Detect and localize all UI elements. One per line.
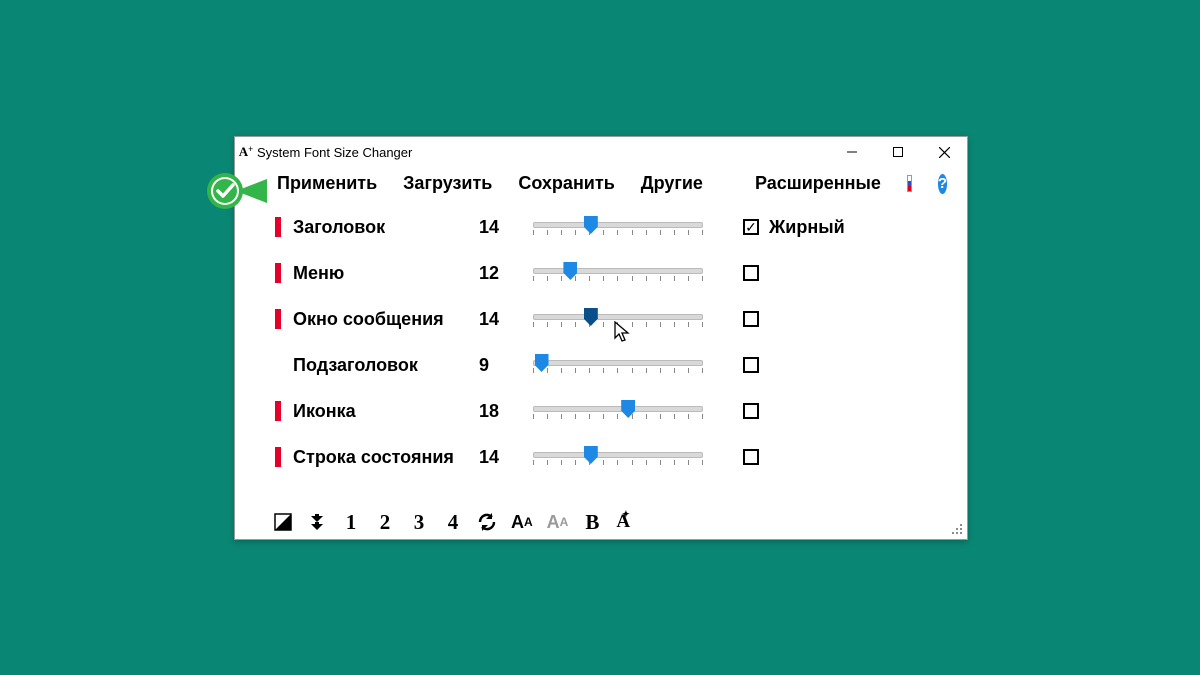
help-icon[interactable]: ? <box>938 174 947 194</box>
modified-indicator-icon <box>275 447 281 467</box>
window-title: System Font Size Changer <box>257 145 420 160</box>
minimize-button[interactable] <box>829 137 875 167</box>
setting-label: Окно сообщения <box>293 309 479 330</box>
setting-value: 14 <box>479 217 533 238</box>
setting-value: 9 <box>479 355 533 376</box>
font-settings-list: Заголовок14✓ЖирныйМеню12Окно сообщения14… <box>235 204 967 480</box>
decrease-all-icon[interactable]: AA <box>547 511 569 533</box>
font-size-slider[interactable] <box>533 400 703 422</box>
setting-row: Меню12 <box>275 250 947 296</box>
increase-all-icon[interactable]: AA <box>511 511 533 533</box>
setting-row: Иконка18 <box>275 388 947 434</box>
titlebar[interactable]: A+ System Font Size Changer <box>235 137 967 167</box>
bold-checkbox-label: Жирный <box>763 217 947 238</box>
setting-value: 18 <box>479 401 533 422</box>
bold-checkbox[interactable] <box>743 311 759 327</box>
menu-save[interactable]: Сохранить <box>518 173 614 194</box>
setting-label: Иконка <box>293 401 479 422</box>
app-icon: A+ <box>235 144 257 160</box>
setting-row: Заголовок14 ✓Жирный <box>275 204 947 250</box>
font-size-slider[interactable] <box>533 308 703 330</box>
setting-row: Окно сообщения14 <box>275 296 947 342</box>
app-window: A+ System Font Size Changer Применить За… <box>234 136 968 540</box>
setting-label: Заголовок <box>293 217 479 238</box>
bold-checkbox[interactable] <box>743 403 759 419</box>
maximize-button[interactable] <box>875 137 921 167</box>
preset-4-button[interactable]: 4 <box>443 511 463 533</box>
bold-checkbox[interactable] <box>743 357 759 373</box>
export-registry-icon[interactable] <box>307 511 327 533</box>
preset-1-button[interactable]: 1 <box>341 511 361 533</box>
language-flag-icon[interactable] <box>907 175 912 192</box>
bold-checkbox[interactable] <box>743 449 759 465</box>
preset-3-button[interactable]: 3 <box>409 511 429 533</box>
bold-checkbox[interactable] <box>743 265 759 281</box>
setting-label: Строка состояния <box>293 447 479 468</box>
bold-all-icon[interactable]: B <box>582 511 602 533</box>
modified-indicator-icon <box>275 217 281 237</box>
menu-other[interactable]: Другие <box>641 173 703 194</box>
preset-2-button[interactable]: 2 <box>375 511 395 533</box>
menubar: Применить Загрузить Сохранить Другие Рас… <box>235 167 967 204</box>
font-size-slider[interactable] <box>533 446 703 468</box>
refresh-icon[interactable] <box>477 511 497 533</box>
setting-value: 14 <box>479 447 533 468</box>
resize-grip-icon[interactable] <box>949 521 963 535</box>
font-size-slider[interactable] <box>533 354 703 376</box>
bold-checkbox[interactable]: ✓ <box>743 219 759 235</box>
contrast-icon[interactable] <box>273 511 293 533</box>
setting-row: Подзаголовок9 <box>275 342 947 388</box>
setting-value: 14 <box>479 309 533 330</box>
menu-load[interactable]: Загрузить <box>403 173 492 194</box>
setting-label: Меню <box>293 263 479 284</box>
modified-indicator-icon <box>275 309 281 329</box>
setting-row: Строка состояния14 <box>275 434 947 480</box>
menu-apply[interactable]: Применить <box>277 173 377 194</box>
setting-label: Подзаголовок <box>293 355 479 376</box>
bottom-toolbar: 1 2 3 4 AA AA B A✦ <box>273 511 638 533</box>
font-size-slider[interactable] <box>533 262 703 284</box>
modified-indicator-icon <box>275 263 281 283</box>
setting-value: 12 <box>479 263 533 284</box>
menu-advanced[interactable]: Расширенные <box>755 173 881 194</box>
font-size-slider[interactable] <box>533 216 703 238</box>
close-button[interactable] <box>921 137 967 167</box>
reset-icon[interactable]: A✦ <box>616 511 637 533</box>
modified-indicator-icon <box>275 401 281 421</box>
